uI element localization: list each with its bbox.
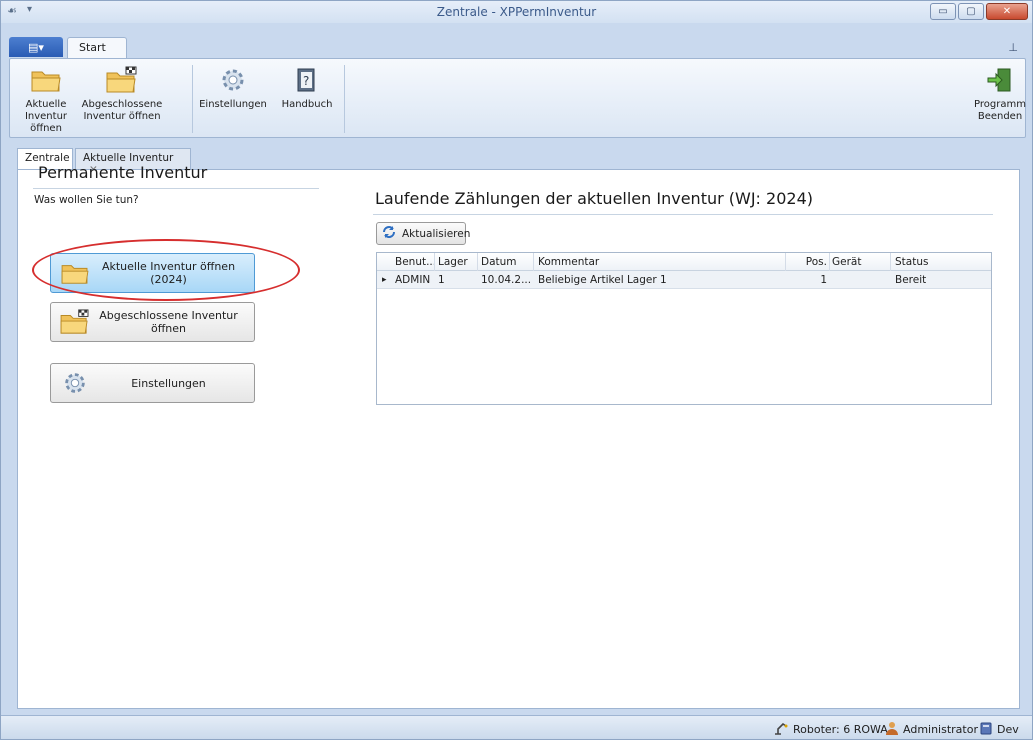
minimize-button[interactable]: ▭ — [930, 3, 956, 20]
refresh-icon — [381, 224, 397, 243]
ribbon: Aktuelle Inventur öffnen Abgeschlossene … — [9, 58, 1026, 138]
divider — [373, 214, 993, 215]
column-header-status[interactable]: Status — [895, 256, 975, 268]
status-bar: Roboter: 6 ROWA Administrator Dev — [1, 715, 1032, 739]
robot-arm-icon — [773, 721, 789, 738]
ribbon-settings-button[interactable]: Einstellungen — [198, 63, 268, 111]
ribbon-button-label: Einstellungen — [199, 99, 267, 110]
column-separator — [533, 253, 534, 271]
ribbon-open-closed-inventory-button[interactable]: Abgeschlossene Inventur öffnen — [80, 63, 164, 123]
grid-header: Benut... Lager Datum Kommentar Pos. Gerä… — [377, 253, 991, 271]
button-label: Einstellungen — [131, 376, 206, 390]
highlight-annotation — [32, 239, 300, 301]
left-panel-title: Permanente Inventur — [38, 163, 208, 182]
app-menu-button[interactable]: ▤▾ — [9, 37, 63, 57]
ribbon-separator — [344, 65, 345, 133]
ribbon-button-label: Handbuch — [281, 99, 333, 110]
cell-pos: 1 — [820, 274, 827, 286]
gear-icon — [216, 63, 250, 97]
user-icon — [885, 721, 899, 738]
maximize-button[interactable]: ▢ — [958, 3, 984, 20]
database-icon — [979, 721, 993, 738]
column-header-pos[interactable]: Pos. — [797, 256, 827, 268]
table-row[interactable]: ▸ ADMIN 1 10.04.2... Beliebige Artikel L… — [377, 271, 991, 289]
counts-grid: Benut... Lager Datum Kommentar Pos. Gerä… — [376, 252, 992, 405]
row-indicator-icon: ▸ — [382, 275, 387, 285]
column-header-benutzer[interactable]: Benut... — [395, 256, 437, 268]
column-separator — [829, 253, 830, 271]
column-separator — [890, 253, 891, 271]
folder-flag-icon — [105, 63, 139, 97]
folder-icon — [29, 63, 63, 97]
cell-status: Bereit — [895, 274, 927, 286]
settings-button[interactable]: Einstellungen — [50, 363, 255, 403]
ribbon-open-current-inventory-button[interactable]: Aktuelle Inventur öffnen — [14, 63, 78, 135]
cell-benutzer: ADMIN — [395, 274, 431, 286]
cell-datum: 10.04.2... — [481, 274, 532, 286]
ribbon-exit-program-button[interactable]: Programm Beenden — [972, 63, 1028, 123]
column-header-lager[interactable]: Lager — [438, 256, 474, 268]
exit-door-icon — [983, 63, 1017, 97]
db-label: Dev — [997, 723, 1019, 736]
application-window: ☙ ▾ Zentrale - XPPermInventur ▭ ▢ ✕ ▤▾ S… — [0, 0, 1033, 740]
column-separator — [785, 253, 786, 271]
ribbon-tab-start[interactable]: Start — [67, 37, 127, 59]
close-button[interactable]: ✕ — [986, 3, 1028, 20]
ribbon-button-label: Abgeschlossene — [81, 99, 163, 110]
user-label: Administrator — [903, 723, 978, 736]
column-header-kommentar[interactable]: Kommentar — [538, 256, 778, 268]
refresh-label: Aktualisieren — [402, 227, 471, 240]
ribbon-button-label: Inventur öffnen — [24, 111, 68, 134]
cell-kommentar: Beliebige Artikel Lager 1 — [538, 274, 667, 286]
roboter-label: Roboter: 6 ROWA — [793, 723, 888, 736]
column-header-geraet[interactable]: Gerät — [832, 256, 882, 268]
svg-text:?: ? — [303, 74, 309, 88]
ribbon-separator — [192, 65, 193, 133]
column-separator — [477, 253, 478, 271]
ribbon-button-label: Beenden — [977, 111, 1023, 122]
ribbon-button-label: Aktuelle — [25, 99, 67, 110]
gear-icon — [55, 365, 95, 401]
status-database: Dev — [979, 721, 1019, 738]
right-panel-title: Laufende Zählungen der aktuellen Inventu… — [375, 189, 813, 208]
button-label: Abgeschlossene Inventur öffnen — [99, 309, 238, 335]
ribbon-manual-button[interactable]: ? Handbuch — [276, 63, 338, 111]
ribbon-button-label: Programm — [974, 99, 1026, 110]
cell-lager: 1 — [438, 274, 445, 286]
status-roboter: Roboter: 6 ROWA — [773, 721, 888, 738]
refresh-button[interactable]: Aktualisieren — [376, 222, 470, 245]
divider — [33, 188, 319, 189]
status-user: Administrator — [885, 721, 978, 738]
pin-ribbon-icon[interactable]: ⊥ — [1008, 41, 1018, 54]
folder-flag-icon — [55, 304, 95, 340]
window-controls: ▭ ▢ ✕ — [930, 3, 1028, 20]
book-icon: ? — [290, 63, 324, 97]
title-bar: ☙ ▾ Zentrale - XPPermInventur ▭ ▢ ✕ — [1, 1, 1032, 23]
column-header-datum[interactable]: Datum — [481, 256, 531, 268]
column-separator — [434, 253, 435, 271]
open-closed-inventory-button[interactable]: Abgeschlossene Inventur öffnen — [50, 302, 255, 342]
window-title: Zentrale - XPPermInventur — [436, 5, 597, 19]
ribbon-button-label: Inventur öffnen — [83, 111, 161, 122]
question-text: Was wollen Sie tun? — [34, 194, 139, 206]
